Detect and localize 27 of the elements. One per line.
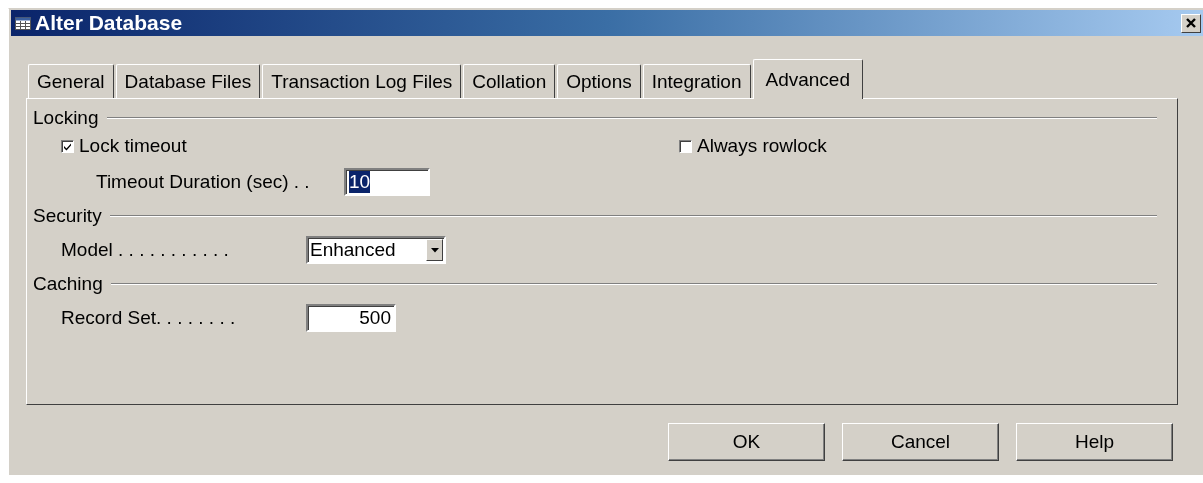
tab[interactable]: Options [557, 64, 641, 98]
dialog-button[interactable]: Help [1016, 423, 1173, 461]
checkbox[interactable] [61, 139, 74, 153]
tab[interactable]: Database Files [115, 64, 261, 98]
checkbox-label[interactable]: Lock timeout [79, 135, 187, 157]
tab[interactable]: Transaction Log Files [262, 64, 462, 98]
group-title: Locking [33, 107, 99, 129]
tab[interactable]: Advanced [752, 59, 863, 99]
window-title: Alter Database [35, 11, 184, 35]
dialog-button[interactable]: OK [668, 423, 825, 461]
close-button[interactable] [1181, 13, 1201, 33]
input-field[interactable]: 500 [306, 304, 396, 332]
field-label: Model . . . . . . . . . . . [61, 239, 230, 261]
group-title: Caching [33, 273, 103, 295]
field-label: Record Set. . . . . . . . [61, 307, 237, 329]
input-field[interactable]: 10 [344, 168, 430, 196]
close-icon [1186, 18, 1196, 28]
model-dropdown[interactable]: Enhanced [306, 236, 446, 264]
tab[interactable]: Collation [463, 64, 556, 98]
group-title: Security [33, 205, 102, 227]
checkbox[interactable] [679, 139, 692, 153]
tab[interactable]: General [28, 64, 114, 98]
table-icon [15, 16, 31, 30]
field-label: Timeout Duration (sec) . . [96, 171, 311, 193]
tab[interactable]: Integration [642, 64, 751, 98]
dialog-button[interactable]: Cancel [842, 423, 999, 461]
checkbox-label[interactable]: Always rowlock [697, 135, 827, 157]
